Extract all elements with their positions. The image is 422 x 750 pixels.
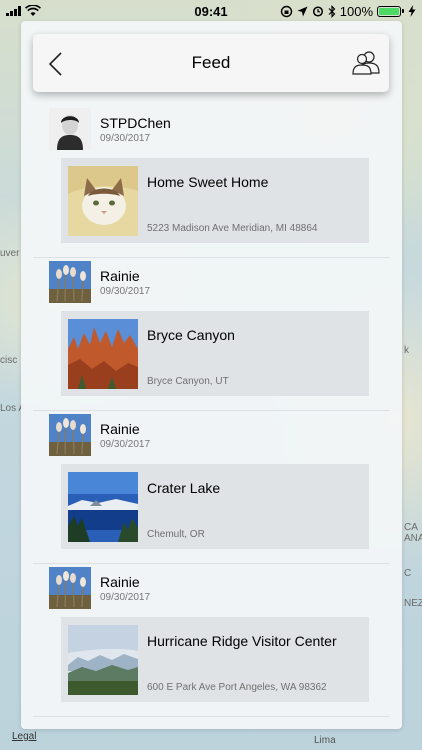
feed-header: Feed bbox=[33, 34, 389, 92]
place-thumbnail bbox=[68, 318, 138, 389]
place-card[interactable]: Hurricane Ridge Visitor Center 600 E Par… bbox=[61, 617, 369, 702]
place-address: 600 E Park Ave Port Angeles, WA 98362 bbox=[147, 681, 327, 693]
place-name: Home Sweet Home bbox=[147, 173, 269, 190]
map-label: CA bbox=[404, 522, 418, 533]
map-label: C bbox=[404, 568, 412, 579]
feed-post: STPDChen 09/30/2017 Home Sweet Home 5223… bbox=[33, 105, 390, 258]
place-card[interactable]: Bryce Canyon Bryce Canyon, UT bbox=[61, 311, 369, 396]
post-date: 09/30/2017 bbox=[100, 592, 151, 603]
feed-post: Rainie 09/30/2017 Bryce Canyon Bryce Can… bbox=[33, 258, 390, 411]
place-thumbnail bbox=[68, 471, 138, 542]
bluetooth-icon bbox=[328, 4, 336, 18]
post-date: 09/30/2017 bbox=[100, 439, 151, 450]
place-name: Bryce Canyon bbox=[147, 326, 235, 343]
page-title: Feed bbox=[191, 53, 231, 72]
friends-icon bbox=[352, 51, 380, 75]
place-card[interactable]: Crater Lake Chemult, OR bbox=[61, 464, 369, 549]
battery-percent: 100% bbox=[339, 3, 373, 19]
map-label: uver bbox=[0, 248, 20, 259]
battery-icon bbox=[377, 5, 404, 17]
alarm-icon bbox=[312, 6, 323, 17]
screen-rotation-lock-icon bbox=[280, 5, 292, 17]
map-label: ANA bbox=[404, 533, 422, 544]
feed-list: STPDChen 09/30/2017 Home Sweet Home 5223… bbox=[21, 105, 402, 717]
status-bar: 09:41 100% bbox=[0, 0, 422, 22]
charging-bolt-icon bbox=[408, 5, 416, 17]
friends-button[interactable] bbox=[351, 49, 381, 77]
post-date: 09/30/2017 bbox=[100, 286, 151, 297]
map-legal-link[interactable]: Legal bbox=[12, 731, 36, 742]
map-label: Lima bbox=[314, 735, 336, 746]
user-name[interactable]: Rainie bbox=[100, 268, 150, 284]
place-address: Bryce Canyon, UT bbox=[147, 375, 229, 387]
map-label: k bbox=[404, 345, 409, 356]
map-label: NEZ bbox=[404, 598, 422, 609]
place-thumbnail bbox=[68, 624, 138, 695]
back-button[interactable] bbox=[47, 51, 63, 77]
place-name: Crater Lake bbox=[147, 479, 221, 496]
map-label: cisc bbox=[0, 355, 18, 366]
avatar[interactable] bbox=[49, 108, 91, 150]
location-arrow-icon bbox=[297, 6, 308, 16]
user-name[interactable]: Rainie bbox=[100, 421, 150, 437]
place-address: 5223 Madison Ave Meridian, MI 48864 bbox=[147, 222, 318, 234]
cellular-signal-icon bbox=[6, 6, 21, 16]
avatar[interactable] bbox=[49, 567, 91, 609]
user-name[interactable]: STPDChen bbox=[100, 115, 171, 131]
avatar[interactable] bbox=[49, 261, 91, 303]
place-name: Hurricane Ridge Visitor Center bbox=[147, 632, 337, 649]
feed-post: Rainie 09/30/2017 Hurricane Ridge Visito… bbox=[33, 564, 390, 717]
chevron-left-icon bbox=[48, 52, 62, 76]
place-thumbnail bbox=[68, 165, 138, 236]
feed-panel: Feed STPDChen 09/30/2017 Home Sweet Home… bbox=[21, 21, 402, 729]
place-address: Chemult, OR bbox=[147, 528, 205, 540]
wifi-icon bbox=[25, 5, 41, 16]
user-name[interactable]: Rainie bbox=[100, 574, 150, 590]
post-date: 09/30/2017 bbox=[100, 133, 151, 144]
place-card[interactable]: Home Sweet Home 5223 Madison Ave Meridia… bbox=[61, 158, 369, 243]
feed-post: Rainie 09/30/2017 Crater Lake Chemult, O… bbox=[33, 411, 390, 564]
avatar[interactable] bbox=[49, 414, 91, 456]
